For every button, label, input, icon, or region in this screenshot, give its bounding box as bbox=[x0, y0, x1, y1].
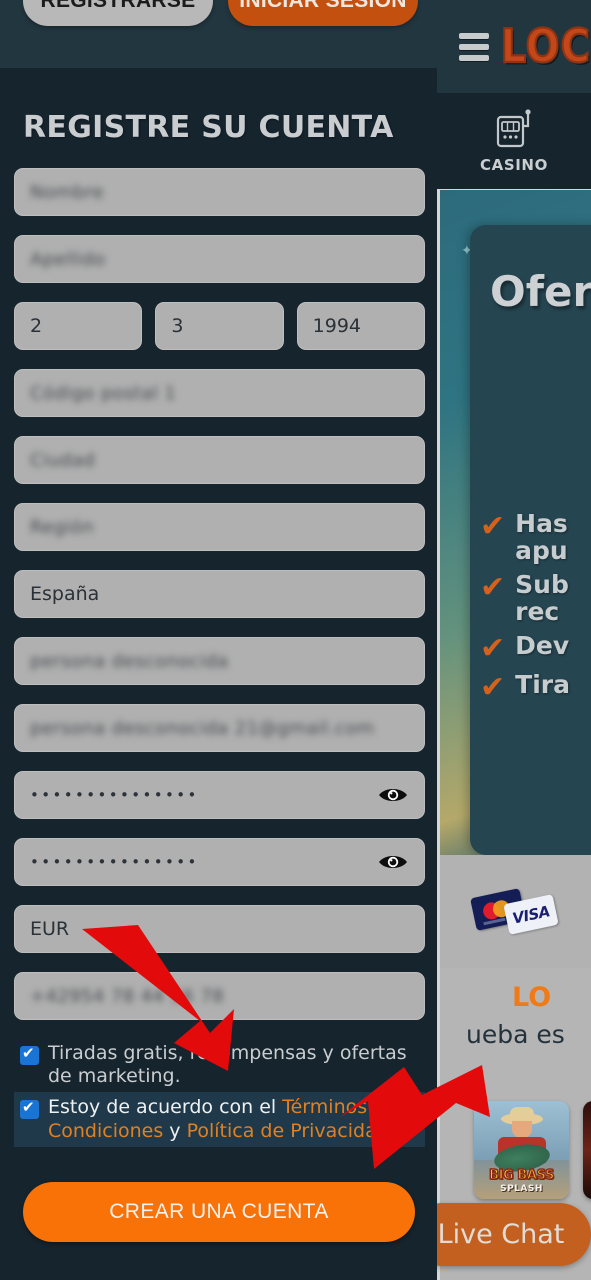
date-of-birth-group: 2 3 1994 bbox=[14, 302, 425, 350]
secondary-promo: LO ueba es bbox=[440, 968, 591, 1080]
password-confirm-field[interactable]: ••••••••••••••• bbox=[14, 838, 425, 886]
marketing-consent-label: Tiradas gratis, recompensas y ofertas de… bbox=[48, 1042, 407, 1088]
nav-item-casino-label: CASINO bbox=[480, 156, 548, 174]
terms-middle: y bbox=[163, 1119, 187, 1142]
page-title: REGISTRE SU CUENTA bbox=[23, 110, 394, 145]
last-name-field[interactable]: Apellido bbox=[14, 235, 425, 283]
nav-item-casino[interactable]: CASINO bbox=[437, 93, 591, 189]
dob-month-field[interactable]: 3 bbox=[155, 302, 284, 350]
game-tile-2[interactable] bbox=[583, 1101, 591, 1199]
promo-banner[interactable]: ✦ ✦ Ofer ✔ Hasapu ✔ Subrec ✔ Dev bbox=[440, 190, 591, 855]
country-field[interactable]: España bbox=[14, 570, 425, 618]
site-header: LOC bbox=[437, 0, 591, 93]
promo-benefit-text: apu bbox=[515, 536, 568, 565]
promo-benefit-item: ✔ Sub rec bbox=[480, 571, 591, 625]
promo-benefit-text: Has bbox=[515, 509, 568, 538]
game-tile-subtitle: SPLASH bbox=[500, 1184, 543, 1194]
promo-title: Ofer bbox=[490, 267, 591, 316]
privacy-policy-link[interactable]: Política de Privacidad bbox=[187, 1120, 389, 1142]
game-tile-big-bass-splash[interactable]: BIG BASS SPLASH bbox=[474, 1101, 569, 1199]
secondary-promo-title: LO bbox=[512, 982, 552, 1013]
secondary-promo-subtitle: ueba es bbox=[466, 1020, 565, 1049]
live-chat-label: Live Chat bbox=[437, 1219, 565, 1250]
check-icon: ✔ bbox=[480, 631, 506, 666]
region-field[interactable]: Región bbox=[14, 503, 425, 551]
dob-year-field[interactable]: 1994 bbox=[296, 302, 425, 350]
check-icon: ✔ bbox=[480, 570, 506, 605]
modal-tab-bar: REGISTRARSE INICIAR SESIÓN bbox=[0, 0, 437, 68]
password-field[interactable]: ••••••••••••••• bbox=[14, 771, 425, 819]
last-name-value: Apellido bbox=[30, 248, 106, 270]
payment-methods: VISA bbox=[440, 855, 591, 968]
hamburger-menu-icon[interactable] bbox=[459, 32, 489, 61]
slot-machine-icon bbox=[496, 109, 531, 148]
username-field[interactable]: persona desconocida bbox=[14, 637, 425, 685]
dob-month-value: 3 bbox=[171, 315, 184, 337]
dob-year-value: 1994 bbox=[312, 315, 362, 337]
promo-benefit-text: Dev bbox=[515, 631, 570, 660]
promo-benefit-item: ✔ Tira bbox=[480, 671, 591, 703]
live-chat-button[interactable]: Live Chat bbox=[411, 1203, 591, 1266]
visa-label: VISA bbox=[510, 901, 551, 927]
terms-consent-label: Estoy de acuerdo con el Términos y Condi… bbox=[48, 1096, 419, 1142]
eye-icon[interactable] bbox=[378, 786, 408, 804]
eye-icon[interactable] bbox=[378, 853, 408, 871]
password-confirm-value: ••••••••••••••• bbox=[30, 853, 199, 871]
street-address-field[interactable]: Código postal 1 bbox=[14, 369, 425, 417]
create-account-button[interactable]: CREAR UNA CUENTA bbox=[23, 1182, 415, 1242]
promo-benefit-text: rec bbox=[515, 597, 560, 626]
consent-group: Tiradas gratis, recompensas y ofertas de… bbox=[14, 1038, 425, 1147]
payment-cards-art: VISA bbox=[469, 887, 559, 937]
registration-form: Nombre Apellido 2 3 1994 Código postal 1 bbox=[14, 168, 425, 1039]
consent-row-terms[interactable]: Estoy de acuerdo con el Términos y Condi… bbox=[14, 1092, 425, 1147]
terms-consent-checkbox[interactable] bbox=[20, 1098, 39, 1120]
country-value: España bbox=[30, 583, 100, 605]
registration-modal: REGISTRARSE INICIAR SESIÓN REGISTRE SU C… bbox=[0, 0, 437, 1280]
currency-value: EUR bbox=[30, 918, 70, 940]
city-field[interactable]: Ciudad bbox=[14, 436, 425, 484]
promo-benefit-list: ✔ Has apu ✔ Sub rec ✔ Dev ✔ Tira bbox=[480, 510, 591, 703]
email-value: persona desconocida 21@gmail.com bbox=[30, 717, 375, 739]
phone-value: +42954 78 44 56 78 bbox=[30, 985, 225, 1007]
tab-registrarse[interactable]: REGISTRARSE bbox=[23, 0, 213, 26]
marketing-consent-checkbox[interactable] bbox=[20, 1044, 39, 1065]
terms-prefix: Estoy de acuerdo con el bbox=[48, 1096, 283, 1119]
screen: LOC CASINO ✦ ✦ Ofer bbox=[0, 0, 591, 1280]
dob-day-value: 2 bbox=[30, 315, 43, 337]
check-icon: ✔ bbox=[480, 509, 506, 544]
consent-row-marketing[interactable]: Tiradas gratis, recompensas y ofertas de… bbox=[14, 1038, 425, 1092]
first-name-field[interactable]: Nombre bbox=[14, 168, 425, 216]
email-field[interactable]: persona desconocida 21@gmail.com bbox=[14, 704, 425, 752]
brand-logo[interactable]: LOC bbox=[500, 19, 591, 74]
phone-field[interactable]: +42954 78 44 56 78 bbox=[14, 972, 425, 1020]
region-value: Región bbox=[30, 516, 95, 538]
promo-benefit-text: Sub bbox=[515, 570, 569, 599]
game-tile-title: BIG BASS bbox=[488, 1167, 555, 1184]
promo-benefit-item: ✔ Has apu bbox=[480, 510, 591, 564]
city-value: Ciudad bbox=[30, 449, 96, 471]
currency-field[interactable]: EUR bbox=[14, 905, 425, 953]
username-value: persona desconocida bbox=[30, 650, 229, 672]
password-value: ••••••••••••••• bbox=[30, 786, 199, 804]
promo-card: Ofer ✔ Has apu ✔ Sub rec ✔ Dev ✔ Tira bbox=[470, 225, 591, 855]
first-name-value: Nombre bbox=[30, 181, 104, 203]
check-icon: ✔ bbox=[480, 670, 506, 705]
dob-day-field[interactable]: 2 bbox=[14, 302, 143, 350]
street-address-value: Código postal 1 bbox=[30, 382, 177, 404]
tab-iniciar-sesion[interactable]: INICIAR SESIÓN bbox=[228, 0, 418, 26]
promo-benefit-text: Tira bbox=[515, 670, 570, 699]
promo-benefit-item: ✔ Dev bbox=[480, 632, 591, 664]
